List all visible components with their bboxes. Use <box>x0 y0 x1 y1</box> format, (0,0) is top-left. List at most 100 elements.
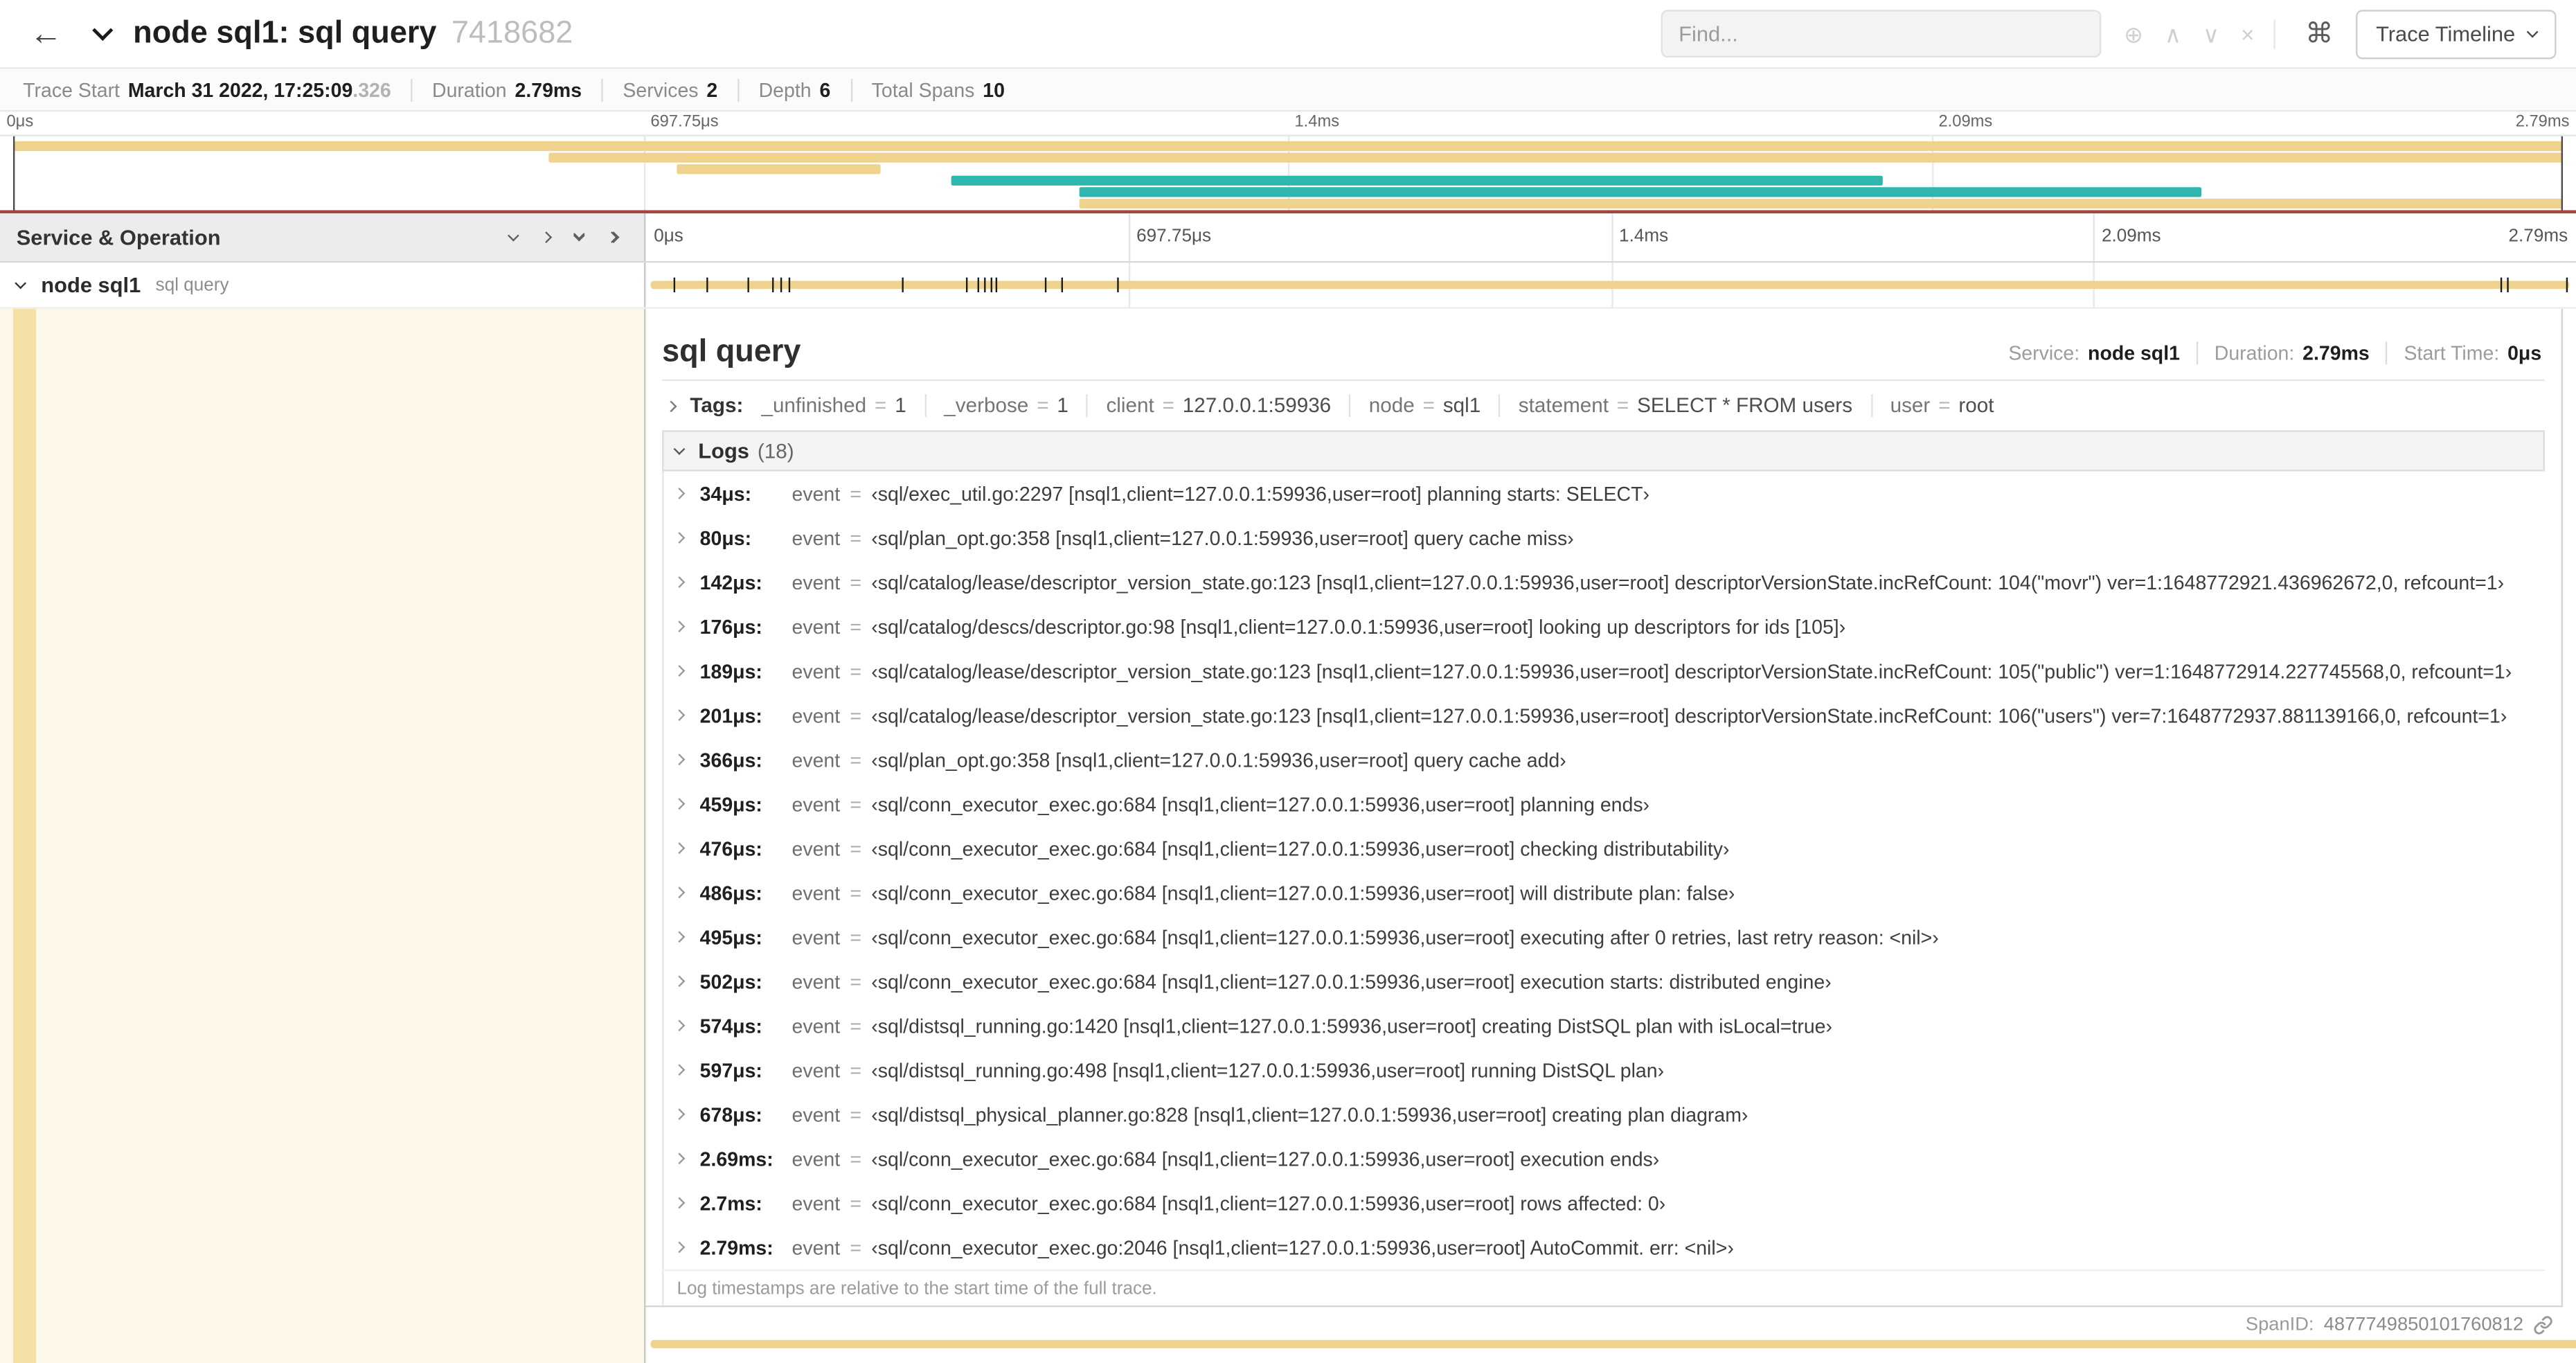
tag-equals: = <box>1938 394 1951 418</box>
log-value: ‹sql/plan_opt.go:358 [nsql1,client=127.0… <box>871 526 1574 550</box>
log-key-value: event = ‹sql/plan_opt.go:358 [nsql1,clie… <box>792 748 1566 771</box>
log-value: ‹sql/conn_executor_exec.go:684 [nsql1,cl… <box>871 1147 1660 1170</box>
log-entry-row[interactable]: 502μs: event = ‹sql/conn_executor_exec.g… <box>663 959 2544 1004</box>
log-entry-row[interactable]: 189μs: event = ‹sql/catalog/lease/descri… <box>663 649 2544 693</box>
log-entry-row[interactable]: 201μs: event = ‹sql/catalog/lease/descri… <box>663 693 2544 738</box>
tag-key: client <box>1106 394 1154 418</box>
trace-timeline-label: Trace Timeline <box>2376 21 2516 46</box>
tag-key: user <box>1890 394 1931 418</box>
summary-label: Depth <box>758 78 812 101</box>
tag-key: _unfinished <box>761 394 867 418</box>
keyboard-shortcuts-icon[interactable]: ⌘ <box>2305 19 2333 47</box>
log-entry-row[interactable]: 495μs: event = ‹sql/conn_executor_exec.g… <box>663 915 2544 959</box>
deep-link-icon[interactable] <box>2533 1315 2552 1335</box>
trace-timeline-view-button[interactable]: Trace Timeline <box>2356 9 2557 59</box>
span-tags-row[interactable]: Tags: _unfinished = 1 _verbose = 1 clien… <box>662 381 2545 430</box>
find-prev-icon[interactable]: ∧ <box>2165 22 2181 45</box>
summary-label: Total Spans <box>871 78 975 101</box>
log-timestamp: 678μs: <box>699 1103 762 1126</box>
trace-summary-bar: Trace Start March 31 2022, 17:25:09 .326… <box>0 69 2576 112</box>
expand-one-icon[interactable] <box>508 229 519 241</box>
log-key-value: event = ‹sql/conn_executor_exec.go:684 [… <box>792 970 1832 992</box>
log-entry-row[interactable]: 574μs: event = ‹sql/distsql_running.go:1… <box>663 1004 2544 1048</box>
service-operation-header: Service & Operation <box>0 213 646 262</box>
find-next-icon[interactable]: ∨ <box>2203 22 2219 45</box>
span-expanded-chevron-icon[interactable] <box>15 276 27 289</box>
log-key: event <box>791 1014 841 1037</box>
log-timestamp: 597μs: <box>699 1058 762 1082</box>
back-button[interactable]: ← <box>30 17 62 50</box>
collapse-all-icon[interactable] <box>606 231 620 244</box>
service-operation-label: Service & Operation <box>16 224 221 250</box>
log-timestamp: 189μs: <box>699 659 762 683</box>
span-detail-meta: Service: node sql1 Duration: 2.79ms Star… <box>1992 340 2545 364</box>
collapse-one-icon[interactable] <box>540 231 553 244</box>
log-chevron-right-icon <box>673 1241 686 1254</box>
tag-value: sql1 <box>1442 394 1481 418</box>
minimap-span-bar <box>951 175 1882 186</box>
minimap-span-bar <box>12 141 2564 152</box>
find-add-icon[interactable]: ⊕ <box>2124 22 2143 45</box>
next-span-bar[interactable] <box>650 1339 2576 1348</box>
span-detail-header: sql query Service: node sql1 Duration: 2… <box>662 325 2545 382</box>
log-entry-row[interactable]: 2.69ms: event = ‹sql/conn_executor_exec.… <box>663 1137 2544 1181</box>
log-chevron-right-icon <box>673 931 686 943</box>
logs-count: (18) <box>757 439 794 463</box>
span-meta-label: Service: <box>2008 340 2080 364</box>
log-chevron-right-icon <box>673 842 686 855</box>
trace-title-chevron-icon[interactable] <box>92 19 114 41</box>
find-input[interactable] <box>1661 10 2101 57</box>
span-duration-bar[interactable] <box>650 280 2570 289</box>
span-detail-region: sql query Service: node sql1 Duration: 2… <box>645 308 2576 1363</box>
log-timestamp: 2.69ms: <box>699 1147 773 1170</box>
span-id-label: SpanID: <box>2245 1315 2314 1335</box>
span-row-name-cell[interactable]: node sql1 sql query <box>0 262 646 308</box>
log-entry-row[interactable]: 80μs: event = ‹sql/plan_opt.go:358 [nsql… <box>663 516 2544 560</box>
timeline-tick-label: 0μs <box>654 226 683 247</box>
span-meta-label: Duration: <box>2214 340 2295 364</box>
tag-value: root <box>1958 394 1994 418</box>
log-equals: = <box>850 792 862 816</box>
log-entry-row[interactable]: 366μs: event = ‹sql/plan_opt.go:358 [nsq… <box>663 738 2544 782</box>
span-meta-label: Start Time: <box>2404 340 2500 364</box>
trace-minimap[interactable] <box>0 134 2576 211</box>
log-entry-row[interactable]: 486μs: event = ‹sql/conn_executor_exec.g… <box>663 871 2544 915</box>
tag-item: _unfinished = 1 <box>761 394 906 417</box>
log-value: ‹sql/conn_executor_exec.go:684 [nsql1,cl… <box>871 837 1730 860</box>
log-key: event <box>791 526 841 550</box>
log-key: event <box>791 614 841 639</box>
log-entry-row[interactable]: 459μs: event = ‹sql/conn_executor_exec.g… <box>663 782 2544 826</box>
timeline-tick-label: 2.09ms <box>2101 226 2161 247</box>
log-entry-row[interactable]: 142μs: event = ‹sql/catalog/lease/descri… <box>663 560 2544 605</box>
log-entry-row[interactable]: 34μs: event = ‹sql/exec_util.go:2297 [ns… <box>663 471 2544 515</box>
tag-key: statement <box>1518 394 1609 418</box>
find-clear-icon[interactable]: × <box>2241 22 2254 45</box>
log-entry-row[interactable]: 2.79ms: event = ‹sql/conn_executor_exec.… <box>663 1225 2544 1270</box>
log-value: ‹sql/distsql_running.go:1420 [nsql1,clie… <box>871 1014 1832 1037</box>
tag-item: node = sql1 <box>1349 394 1481 418</box>
span-meta-item: Service: node sql1 <box>1992 341 2197 364</box>
tag-value: 1 <box>895 394 906 418</box>
logs-title: Logs <box>698 438 749 463</box>
summary-item: Duration 2.79ms <box>411 78 601 101</box>
log-entry-row[interactable]: 597μs: event = ‹sql/distsql_running.go:4… <box>663 1048 2544 1092</box>
log-value: ‹sql/distsql_physical_planner.go:828 [ns… <box>871 1103 1748 1126</box>
log-value: ‹sql/catalog/lease/descriptor_version_st… <box>871 570 2505 594</box>
log-key: event <box>791 881 841 905</box>
minimap-left-scrubber[interactable] <box>12 136 15 211</box>
log-equals: = <box>850 1014 862 1037</box>
log-entry-row[interactable]: 2.7ms: event = ‹sql/conn_executor_exec.g… <box>663 1181 2544 1225</box>
minimap-tick-label: 0μs <box>6 113 34 132</box>
expand-all-icon[interactable] <box>573 228 585 242</box>
log-key: event <box>791 570 841 594</box>
logs-header[interactable]: Logs (18) <box>662 430 2545 472</box>
log-entry-row[interactable]: 476μs: event = ‹sql/conn_executor_exec.g… <box>663 826 2544 871</box>
log-key-value: event = ‹sql/distsql_physical_planner.go… <box>792 1103 1748 1125</box>
log-timestamp: 495μs: <box>699 925 762 949</box>
log-key: event <box>791 1147 841 1170</box>
log-entry-row[interactable]: 176μs: event = ‹sql/catalog/descs/descri… <box>663 605 2544 649</box>
summary-item: Depth 6 <box>737 78 850 101</box>
log-key: event <box>791 659 841 683</box>
log-entry-row[interactable]: 678μs: event = ‹sql/distsql_physical_pla… <box>663 1092 2544 1137</box>
minimap-right-scrubber[interactable] <box>2561 136 2564 211</box>
